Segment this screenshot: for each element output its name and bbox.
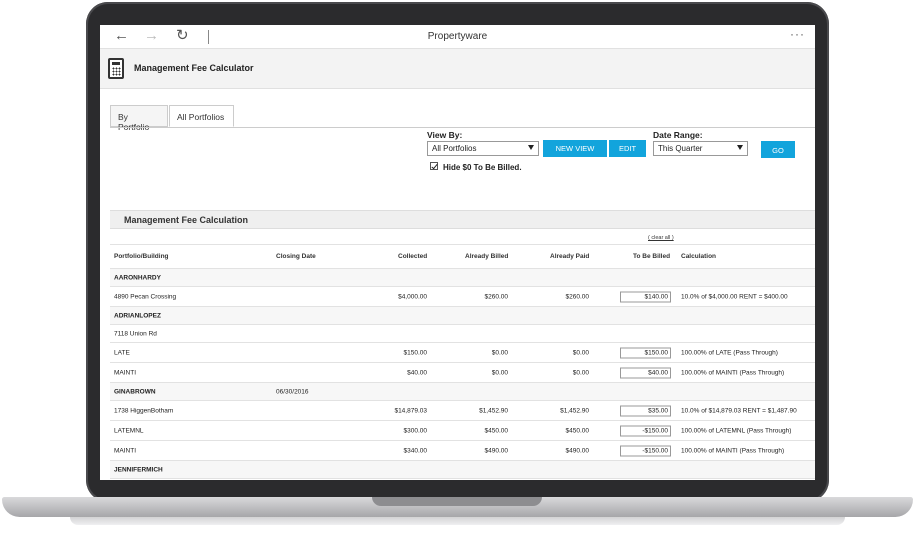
building-name: LATEMNL (114, 427, 144, 434)
hide-zero-checkbox[interactable] (430, 162, 438, 170)
table-row: MAINTI $340.00 $490.00 $490.00 -$150.00 100.0… (110, 440, 815, 460)
to-be-billed-input[interactable]: -$150.00 (620, 445, 671, 456)
col-header-collected: Collected (398, 253, 428, 260)
section-title: Management Fee Calculation (124, 215, 249, 225)
to-be-billed-input[interactable]: -$150.00 (620, 425, 671, 436)
already-paid-value: $260.00 (565, 293, 590, 300)
building-name: 7118 Union Rd (114, 330, 157, 337)
laptop-screen: ← → ↻ Propertyware ··· Management Fee Ca… (100, 25, 815, 480)
laptop-notch (372, 497, 542, 506)
header-divider (110, 244, 815, 245)
table-row: 7118 Union Rd (110, 324, 815, 342)
building-name: MAINTI (114, 369, 137, 376)
collected-value: $340.00 (403, 447, 428, 454)
tab-by-portfolio[interactable]: By Portfolio (110, 105, 168, 132)
col-header-to-be-billed: To Be Billed (633, 253, 671, 260)
tab-all-portfolios[interactable]: All Portfolios (169, 105, 234, 127)
calculation-text: 10.0% of $14,879.03 RENT = $1,487.90 (681, 407, 797, 414)
col-header-already-billed: Already Billed (465, 253, 509, 260)
table-row: LATE $150.00 $0.00 $0.00 $150.00 100.00% of L… (110, 342, 815, 362)
to-be-billed-input[interactable]: $140.00 (620, 291, 671, 302)
portfolio-name: AARONHARDY (114, 274, 161, 281)
main-content: By Portfolio All Portfolios View By: All… (110, 89, 815, 480)
col-header-closing-date: Closing Date (276, 253, 316, 260)
already-billed-value: $0.00 (491, 369, 508, 376)
table-row: 7503 Galaxie Road$948.39$3.87$3.87$72.00… (110, 478, 815, 480)
portfolio-name: GINABROWN (114, 388, 156, 395)
go-button[interactable]: GO (761, 141, 795, 158)
group-row: GINABROWN 06/30/2016 (110, 382, 815, 400)
chevron-down-icon (737, 145, 743, 150)
already-paid-value: $490.00 (565, 447, 590, 454)
table-row: 1738 HiggenBotham $14,879.03 $1,452.90 $1,4… (110, 400, 815, 420)
hide-zero-label: Hide $0 To Be Billed. (443, 163, 522, 172)
chevron-down-icon (528, 145, 534, 150)
calculator-icon (108, 58, 124, 79)
collected-value: $4,000.00 (398, 293, 427, 300)
collected-value: $14,879.03 (394, 407, 427, 414)
to-be-billed-input[interactable]: $35.00 (620, 405, 671, 416)
section-header: Management Fee Calculation (110, 210, 815, 229)
already-billed-value: $490.00 (484, 447, 509, 454)
laptop-foot (70, 517, 845, 525)
date-range-label: Date Range: (653, 130, 703, 140)
already-paid-value: $450.00 (565, 427, 590, 434)
col-header-already-paid: Already Paid (550, 253, 590, 260)
closing-date: 06/30/2016 (276, 388, 309, 395)
browser-bar: ← → ↻ Propertyware ··· (100, 25, 815, 49)
calculation-text: 100.00% of MAINTI (Pass Through) (681, 447, 785, 454)
portfolio-name: ADRIANLOPEZ (114, 312, 161, 319)
page-title: Management Fee Calculator (134, 63, 254, 73)
already-paid-value: $0.00 (572, 349, 589, 356)
group-row: AARONHARDY (110, 268, 815, 286)
filter-panel: View By: All Portfolios NEW VIEW EDIT Da… (110, 128, 815, 210)
calculation-text: 100.00% of LATE (Pass Through) (681, 349, 778, 356)
table-row: LATEMNL $300.00 $450.00 $450.00 -$150.00 100.… (110, 420, 815, 440)
view-by-value: All Portfolios (432, 144, 477, 153)
browser-title: Propertyware (427, 31, 488, 42)
building-name: 4890 Pecan Crossing (114, 293, 177, 300)
date-range-value: This Quarter (658, 144, 703, 153)
new-view-button[interactable]: NEW VIEW (543, 140, 607, 157)
building-name: MAINTI (114, 447, 137, 454)
building-name: LATE (114, 349, 130, 356)
date-range-select[interactable]: This Quarter (653, 141, 748, 156)
app-header: Management Fee Calculator (100, 49, 815, 89)
calculation-text: 10.0% of $4,000.00 RENT = $400.00 (681, 293, 788, 300)
calculation-text: 100.00% of LATEMNL (Pass Through) (681, 427, 792, 434)
table-row: MAINTI $40.00 $0.00 $0.00 $40.00 100.00% of M… (110, 362, 815, 382)
collected-value: $40.00 (407, 369, 427, 376)
edit-button[interactable]: EDIT (609, 140, 646, 157)
calculation-text: 100.00% of MAINTI (Pass Through) (681, 369, 785, 376)
clear-all-link[interactable]: ( clear all ) (648, 235, 674, 241)
already-billed-value: $260.00 (484, 293, 509, 300)
view-by-label: View By: (427, 130, 463, 140)
collected-value: $150.00 (403, 349, 428, 356)
already-paid-value: $1,452.90 (560, 407, 589, 414)
already-billed-value: $0.00 (491, 349, 508, 356)
building-name: 1738 HiggenBotham (114, 407, 174, 414)
group-row: ADRIANLOPEZ (110, 306, 815, 324)
col-header-portfolio: Portfolio/Building (114, 253, 169, 260)
already-billed-value: $450.00 (484, 427, 509, 434)
group-row: JENNIFERMICH (110, 460, 815, 478)
to-be-billed-input[interactable]: $40.00 (620, 367, 671, 378)
col-header-calculation: Calculation (681, 253, 717, 260)
already-paid-value: $0.00 (572, 369, 589, 376)
browser-menu-icon[interactable]: ··· (790, 27, 805, 41)
view-by-select[interactable]: All Portfolios (427, 141, 539, 156)
collected-value: $300.00 (403, 427, 428, 434)
to-be-billed-input[interactable]: $150.00 (620, 347, 671, 358)
portfolio-name: JENNIFERMICH (114, 466, 163, 473)
already-billed-value: $1,452.90 (479, 407, 508, 414)
table-row: 4890 Pecan Crossing $4,000.00 $260.00 $260.… (110, 286, 815, 306)
